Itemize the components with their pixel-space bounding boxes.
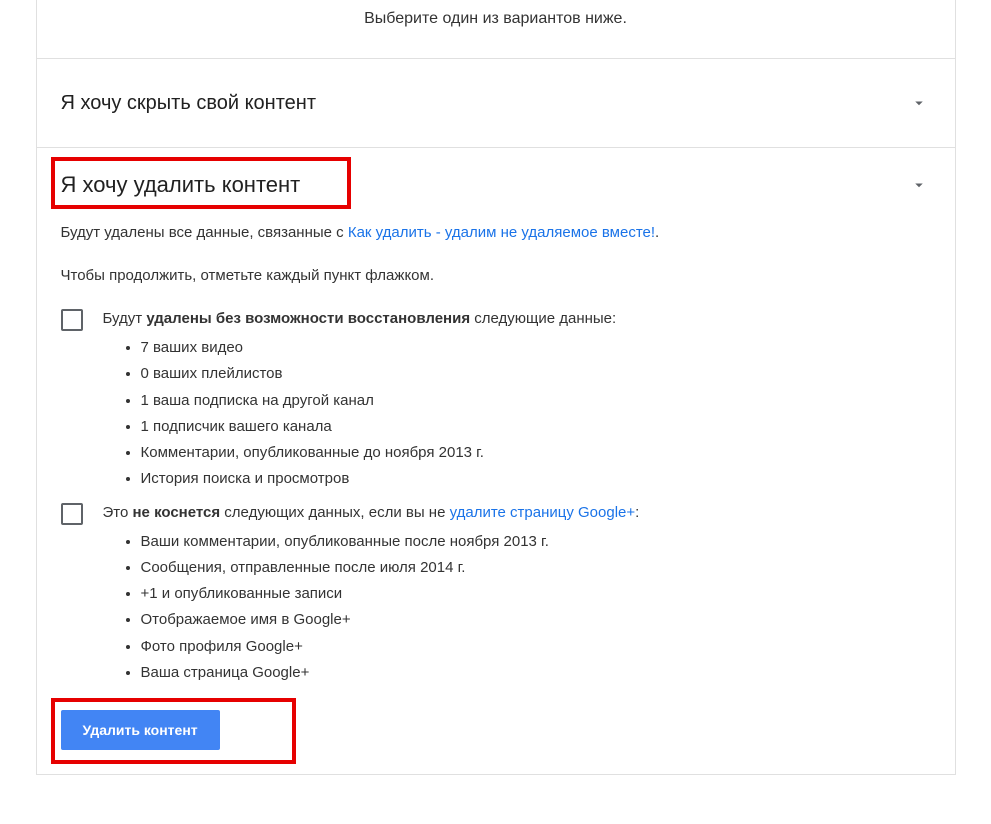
section-delete-header[interactable]: Я хочу удалить контент (37, 148, 955, 222)
list-item: Ваша страница Google+ (141, 660, 931, 686)
section-delete-body: Будут удалены все данные, связанные с Ка… (37, 222, 955, 774)
section-delete-title: Я хочу удалить контент (61, 172, 301, 198)
list-item: +1 и опубликованные записи (141, 581, 931, 607)
group2-list: Ваши комментарии, опубликованные после н… (103, 529, 931, 687)
delete-description: Будут удалены все данные, связанные с Ка… (61, 222, 931, 245)
continue-instruction: Чтобы продолжить, отметьте каждый пункт … (61, 265, 931, 288)
desc-suffix: . (655, 224, 659, 241)
group2-lead-prefix: Это (103, 504, 133, 521)
group1-list: 7 ваших видео 0 ваших плейлистов 1 ваша … (103, 335, 931, 493)
chevron-down-icon (907, 91, 931, 115)
group2-lead-suffix: : (635, 504, 639, 521)
section-delete-content: Я хочу удалить контент Будут удалены все… (37, 148, 955, 775)
delete-content-button[interactable]: Удалить контент (61, 710, 220, 750)
confirm-delete-checkbox[interactable] (61, 309, 83, 331)
group1-lead-prefix: Будут (103, 310, 147, 327)
list-item: Сообщения, отправленные после июля 2014 … (141, 555, 931, 581)
page-prompt: Выберите один из вариантов ниже. (37, 0, 955, 59)
list-item: Фото профиля Google+ (141, 634, 931, 660)
confirm-delete-row: Будут удалены без возможности восстановл… (61, 307, 931, 493)
section-hide-title: Я хочу скрыть свой контент (61, 92, 316, 115)
group1-lead-bold: удалены без возможности восстановления (146, 310, 470, 327)
confirm-keep-row: Это не коснется следующих данных, если в… (61, 501, 931, 687)
chevron-down-icon (907, 173, 931, 197)
list-item: 0 ваших плейлистов (141, 361, 931, 387)
section-hide-header[interactable]: Я хочу скрыть свой контент (37, 59, 955, 147)
list-item: 1 подписчик вашего канала (141, 414, 931, 440)
list-item: История поиска и просмотров (141, 466, 931, 492)
group1-lead-suffix: следующие данные: (470, 310, 616, 327)
channel-link[interactable]: Как удалить - удалим не удаляемое вместе… (348, 224, 655, 241)
list-item: Ваши комментарии, опубликованные после н… (141, 529, 931, 555)
confirm-keep-content: Это не коснется следующих данных, если в… (103, 501, 931, 687)
section-hide-content: Я хочу скрыть свой контент (37, 59, 955, 148)
confirm-delete-content: Будут удалены без возможности восстановл… (103, 307, 931, 493)
desc-prefix: Будут удалены все данные, связанные с (61, 224, 348, 241)
list-item: 7 ваших видео (141, 335, 931, 361)
group2-lead-bold: не коснется (133, 504, 221, 521)
action-row: Удалить контент (61, 710, 931, 750)
confirm-keep-checkbox[interactable] (61, 503, 83, 525)
list-item: 1 ваша подписка на другой канал (141, 388, 931, 414)
list-item: Отображаемое имя в Google+ (141, 607, 931, 633)
list-item: Комментарии, опубликованные до ноября 20… (141, 440, 931, 466)
page-container: Выберите один из вариантов ниже. Я хочу … (36, 0, 956, 775)
google-plus-link[interactable]: удалите страницу Google+ (450, 504, 636, 521)
group2-lead-middle: следующих данных, если вы не (220, 504, 449, 521)
